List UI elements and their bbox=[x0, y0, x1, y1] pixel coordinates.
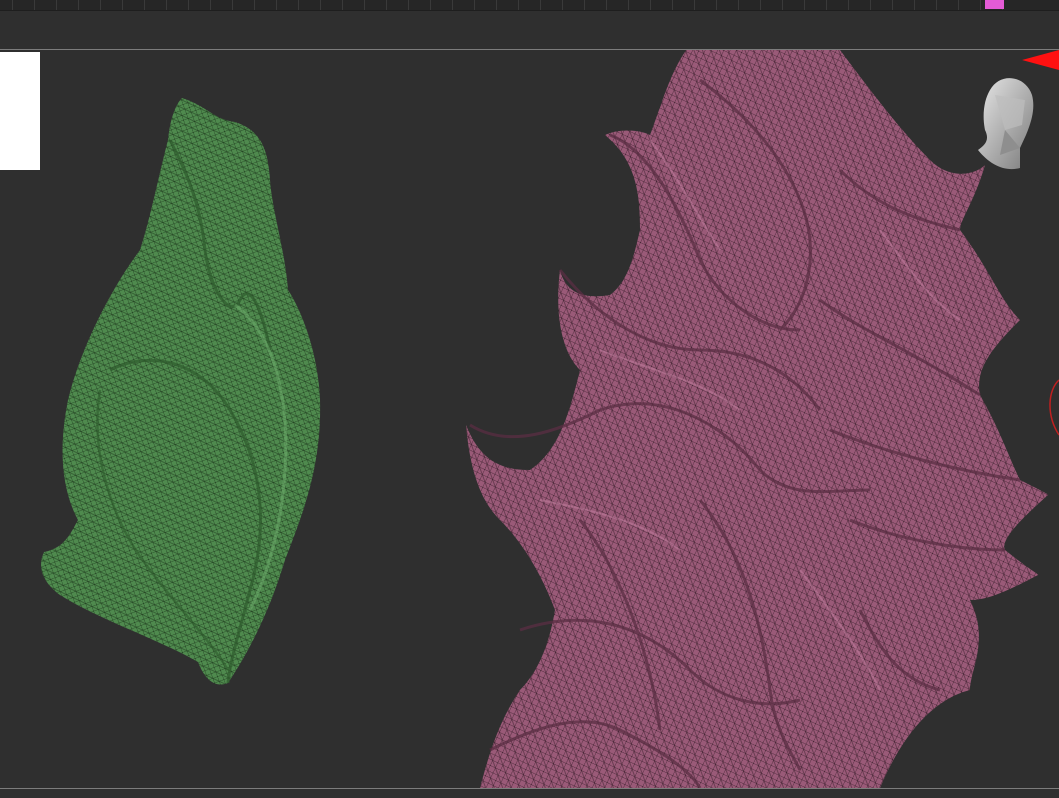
top-toolbar-strip bbox=[0, 0, 1059, 11]
toolbar-tick bbox=[56, 0, 57, 10]
toolbar-tick bbox=[166, 0, 167, 10]
toolbar-tick bbox=[188, 0, 189, 10]
toolbar-tick bbox=[738, 0, 739, 10]
toolbar-tick bbox=[408, 0, 409, 10]
active-color-swatch[interactable] bbox=[985, 0, 1004, 9]
toolbar-tick bbox=[958, 0, 959, 10]
toolbar-tick bbox=[584, 0, 585, 10]
toolbar-tick bbox=[210, 0, 211, 10]
toolbar-tick bbox=[364, 0, 365, 10]
canvas-viewport[interactable] bbox=[0, 50, 1059, 788]
toolbar-tick bbox=[452, 0, 453, 10]
toolbar-tick bbox=[100, 0, 101, 10]
toolbar-tick bbox=[650, 0, 651, 10]
toolbar-tick bbox=[804, 0, 805, 10]
toolbar-tick bbox=[672, 0, 673, 10]
toolbar-tick bbox=[276, 0, 277, 10]
toolbar-tick bbox=[980, 0, 981, 10]
toolbar-tick bbox=[518, 0, 519, 10]
toolbar-tick bbox=[848, 0, 849, 10]
toolbar-tick bbox=[936, 0, 937, 10]
toolbar-tick bbox=[320, 0, 321, 10]
pink-hair-mesh[interactable] bbox=[466, 50, 1049, 788]
toolbar-tick bbox=[914, 0, 915, 10]
toolbar-tick bbox=[144, 0, 145, 10]
toolbar-tick bbox=[232, 0, 233, 10]
toolbar-tick bbox=[342, 0, 343, 10]
toolbar-tick bbox=[122, 0, 123, 10]
toolbar-tick bbox=[628, 0, 629, 10]
head-orientation-icon[interactable] bbox=[978, 78, 1034, 170]
toolbar-tick bbox=[540, 0, 541, 10]
document-shelf bbox=[0, 11, 1059, 49]
toolbar-tick bbox=[34, 0, 35, 10]
toolbar-tick bbox=[474, 0, 475, 10]
toolbar-tick bbox=[386, 0, 387, 10]
toolbar-tick bbox=[826, 0, 827, 10]
toolbar-tick bbox=[760, 0, 761, 10]
toolbar-tick bbox=[298, 0, 299, 10]
bottom-strip bbox=[0, 789, 1059, 798]
toolbar-tick bbox=[694, 0, 695, 10]
toolbar-tick bbox=[254, 0, 255, 10]
toolbar-tick bbox=[782, 0, 783, 10]
toolbar-tick bbox=[430, 0, 431, 10]
toolbar-tick bbox=[892, 0, 893, 10]
toolbar-tick bbox=[12, 0, 13, 10]
toolbar-tick bbox=[716, 0, 717, 10]
toolbar-tick bbox=[606, 0, 607, 10]
toolbar-tick bbox=[496, 0, 497, 10]
toolbar-tick bbox=[870, 0, 871, 10]
toolbar-tick bbox=[78, 0, 79, 10]
rotate-ring-icon[interactable] bbox=[1049, 379, 1059, 436]
x-axis-arrow-icon bbox=[1022, 50, 1059, 70]
toolbar-tick bbox=[562, 0, 563, 10]
scene-svg bbox=[41, 50, 1059, 788]
green-leaf-mesh[interactable] bbox=[41, 98, 321, 685]
